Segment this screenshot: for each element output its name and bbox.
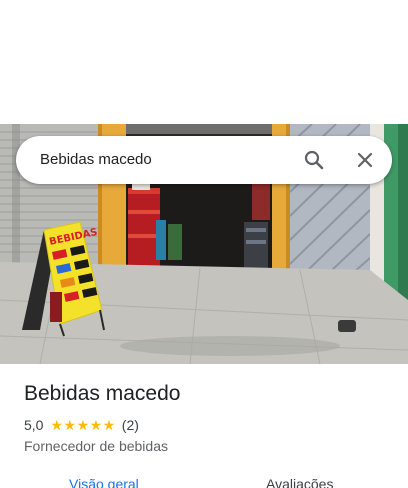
place-category: Fornecedor de bebidas	[24, 438, 168, 454]
close-icon	[357, 152, 373, 168]
tab-reviews[interactable]: Avaliações	[266, 476, 333, 488]
search-icon	[304, 150, 324, 170]
place-title: Bebidas macedo	[24, 382, 181, 405]
rating-value: 5,0	[24, 417, 44, 433]
review-count[interactable]: (2)	[122, 417, 139, 433]
tab-overview[interactable]: Visão geral	[69, 476, 139, 488]
place-details-screen: BEBIDAS Bebidas macedo Bebidas macedo 5,…	[0, 0, 408, 488]
star-icon: ★	[102, 417, 116, 433]
star-icon: ★	[50, 417, 64, 433]
search-query-text[interactable]: Bebidas macedo	[40, 136, 152, 184]
search-bar[interactable]: Bebidas macedo	[16, 136, 392, 184]
rating-stars: ★ ★ ★ ★ ★	[50, 418, 115, 432]
star-icon: ★	[89, 417, 103, 433]
star-icon: ★	[63, 417, 77, 433]
place-info-panel: Bebidas macedo 5,0 ★ ★ ★ ★ ★ (2) Fornece…	[0, 364, 408, 488]
close-button[interactable]	[353, 148, 377, 172]
search-button[interactable]	[302, 148, 326, 172]
rating-row[interactable]: 5,0 ★ ★ ★ ★ ★ (2)	[24, 416, 139, 434]
star-icon: ★	[76, 417, 90, 433]
